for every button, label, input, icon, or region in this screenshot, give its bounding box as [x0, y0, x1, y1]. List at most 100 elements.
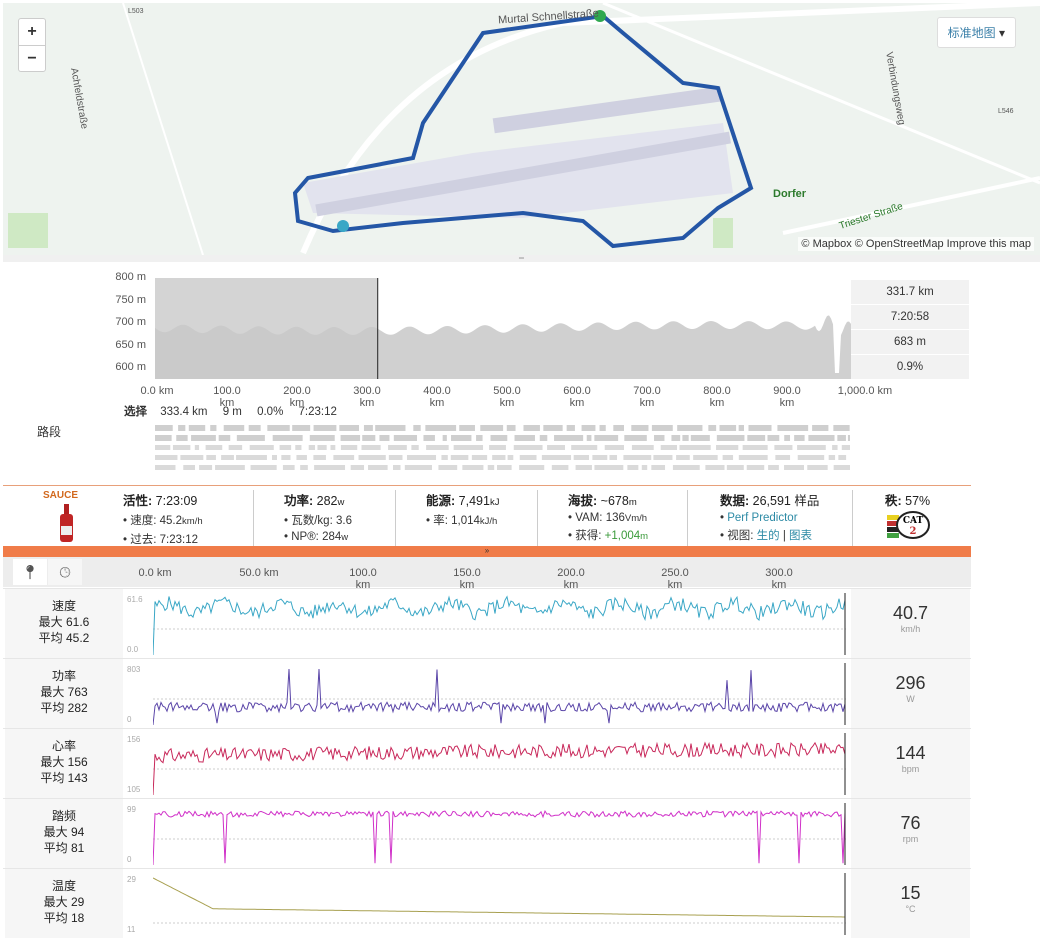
segment-bar [221, 455, 234, 460]
current-value: 76 [900, 813, 921, 833]
segment-bar [716, 445, 739, 450]
raw-view-link[interactable]: 生的 [757, 530, 780, 542]
stream-chart[interactable] [153, 663, 848, 725]
stream-name: 速度 [51, 599, 76, 613]
map-type-select[interactable]: 标准地图 ▾ [936, 17, 1016, 48]
expand-bar[interactable]: » [3, 546, 971, 557]
zoom-in-button[interactable]: + [19, 19, 45, 45]
segment-bar [476, 435, 483, 441]
road-label: L546 [998, 108, 1014, 115]
stream-chart[interactable] [153, 733, 848, 795]
segment-bar [248, 425, 261, 431]
segments-track[interactable] [155, 425, 850, 473]
stream-line [153, 877, 845, 918]
segment-bar [295, 445, 302, 450]
rate-unit: kJ/h [479, 516, 498, 527]
elev-y-tick: 750 m [115, 293, 146, 306]
speed-unit: km/h [182, 516, 203, 527]
segment-bar [362, 435, 376, 441]
segment-bar [490, 435, 508, 441]
data-label: 数据: [720, 494, 750, 508]
segment-bar [653, 455, 673, 460]
selection-elev: 9 m [222, 406, 242, 418]
stat-energy: 能源: 7,491kJ • 率: 1,014kJ/h [395, 490, 537, 546]
stream-avg: 平均 18 [43, 911, 85, 925]
perf-predictor-link[interactable]: Perf Predictor [727, 512, 797, 524]
segment-bar [808, 435, 835, 441]
resize-handle[interactable]: ═ [3, 255, 1040, 262]
route-map[interactable]: Murtal Schnellstraße Achfeldstraße Verbi… [3, 3, 1040, 255]
segment-bar [797, 445, 826, 450]
elev-unit: m [628, 497, 637, 508]
elev-x-tick: 700.0 km [633, 385, 661, 409]
active-value: 7:23:09 [155, 494, 198, 508]
segment-bar [404, 465, 432, 470]
segment-bar [155, 425, 173, 431]
np-value: 284 [322, 531, 342, 543]
segment-bar [206, 455, 216, 460]
distance-axis-tab[interactable]: 📍︎ [13, 559, 47, 585]
segment-bar [594, 465, 624, 470]
power-unit: w [337, 497, 345, 508]
current-unit: rpm [902, 834, 919, 844]
power-label: 功率: [284, 494, 314, 508]
segment-bar [393, 435, 418, 441]
current-unit: bpm [901, 764, 920, 774]
segment-bar [183, 465, 195, 470]
segment-bar [205, 445, 223, 450]
stream-name: 踏频 [51, 809, 76, 823]
speed-label: 速度: [130, 515, 157, 527]
segment-bar [828, 455, 836, 460]
segment-bar [738, 455, 768, 460]
vam-unit: Vm/h [624, 513, 648, 524]
stream-current: 144 bpm [851, 729, 970, 798]
stream-chart[interactable] [153, 593, 848, 655]
grade-label: 秩: [885, 494, 902, 508]
segment-bar [300, 465, 308, 470]
segment-bar [272, 435, 303, 441]
segment-bar [693, 455, 718, 460]
segment-bar [471, 455, 488, 460]
segment-bar [767, 435, 780, 441]
selection-summary: 选择 333.4 km 9 m 0.0% 7:23:12 [124, 403, 337, 419]
stream-row: 速度 最大 61.6 平均 45.2 61.6 0.0 40.7 km/h [3, 588, 971, 658]
current-unit: °C [905, 904, 916, 914]
segment-bar [236, 455, 267, 460]
segment-bar [489, 445, 506, 450]
elev-y-tick: 700 m [115, 316, 146, 328]
segment-bar [358, 455, 386, 460]
map-attribution[interactable]: © Mapbox © OpenStreetMap Improve this ma… [798, 237, 1034, 251]
selection-label: 选择 [124, 406, 147, 418]
segment-bar [705, 465, 725, 470]
segment-bar [594, 435, 619, 441]
y-max-tick: 61.6 [127, 595, 143, 604]
current-value: 15 [900, 883, 921, 903]
segment-bar [797, 455, 825, 460]
stream-chart[interactable] [153, 803, 848, 865]
stat-active: 活性: 7:23:09 • 速度: 45.2km/h • 过去: 7:23:12 [123, 494, 203, 546]
elev-x-tick: 900.0 km [773, 385, 801, 409]
segment-bar [774, 445, 793, 450]
time-axis-tab[interactable]: 🕒︎ [48, 559, 82, 585]
segment-bar [677, 425, 703, 431]
segment-bar [423, 435, 435, 441]
segment-bar [571, 445, 598, 450]
elevation-chart[interactable] [155, 278, 851, 379]
segment-bar [547, 445, 565, 450]
y-min-tick: 11 [127, 925, 136, 934]
data-value: 26,591 样品 [752, 494, 820, 508]
chart-view-link[interactable]: 图表 [789, 530, 812, 542]
segment-bar [708, 425, 717, 431]
elev-label: 海拔: [568, 494, 598, 508]
stream-chart[interactable] [153, 873, 848, 935]
stream-line [153, 668, 846, 725]
stream-max: 最大 156 [40, 755, 88, 769]
sauce-bottle-icon [60, 504, 73, 542]
rate-value: 1,014 [451, 515, 480, 527]
zoom-out-button[interactable]: − [19, 45, 45, 71]
segment-bar [223, 425, 245, 431]
selection-distance: 333.4 km [160, 406, 208, 418]
stream-toolbar: 📍︎ 🕒︎ 0.0 km 50.0 km 100.0 km 150.0 km 200.0… [3, 557, 971, 591]
stream-name: 温度 [51, 879, 76, 893]
elev-y-tick: 650 m [115, 338, 146, 351]
